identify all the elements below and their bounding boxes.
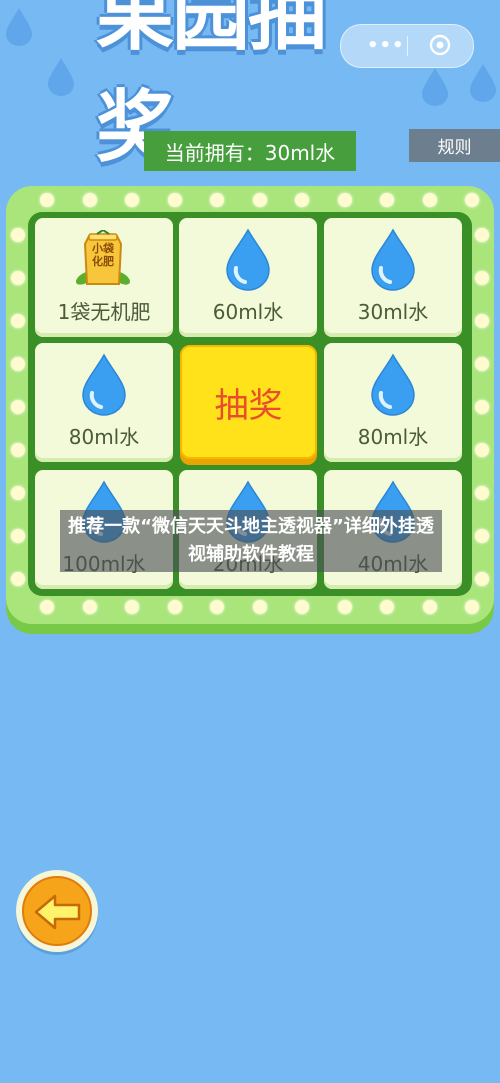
water-drop-icon bbox=[48, 58, 74, 96]
board-light bbox=[475, 228, 489, 242]
water-drop-icon bbox=[422, 68, 448, 106]
board-light bbox=[11, 271, 25, 285]
mini-program-capsule[interactable]: ••• bbox=[340, 24, 474, 68]
water-drop-icon bbox=[371, 353, 415, 416]
water-balance: 当前拥有：30ml水 bbox=[144, 131, 356, 171]
board-light bbox=[210, 600, 224, 614]
board-light bbox=[167, 193, 182, 207]
board-light bbox=[11, 572, 25, 586]
board-light bbox=[465, 600, 479, 614]
fertilizer-badge-text: 小袋 化肥 bbox=[92, 242, 114, 268]
board-light bbox=[40, 600, 54, 614]
draw-button[interactable]: 抽奖 bbox=[180, 345, 317, 459]
board-light bbox=[475, 314, 489, 328]
board-light bbox=[475, 271, 489, 285]
board-light bbox=[475, 443, 489, 457]
prize-label: 60ml水 bbox=[212, 300, 284, 324]
board-light bbox=[337, 600, 352, 614]
capsule-divider bbox=[407, 36, 408, 56]
rules-button[interactable]: 规则 bbox=[409, 129, 500, 162]
board-light bbox=[337, 193, 352, 207]
prize-label: 80ml水 bbox=[357, 425, 429, 449]
board-light bbox=[210, 193, 224, 207]
board-light bbox=[422, 193, 437, 207]
board-light bbox=[167, 600, 182, 614]
board-light bbox=[11, 443, 25, 457]
prize-cell: 80ml水 bbox=[35, 343, 173, 462]
water-drop-icon bbox=[470, 64, 496, 102]
water-drop-icon bbox=[6, 8, 32, 46]
back-arrow-icon bbox=[34, 894, 81, 930]
prize-cell: 60ml水 bbox=[179, 218, 317, 337]
target-circle-icon[interactable] bbox=[429, 34, 451, 56]
board-light bbox=[295, 600, 309, 614]
board-light bbox=[380, 600, 394, 614]
prize-cell-fertilizer: 小袋 化肥 1袋无机肥 bbox=[35, 218, 173, 337]
board-light bbox=[11, 486, 25, 500]
water-drop-icon bbox=[371, 228, 415, 291]
prize-cell: 30ml水 bbox=[324, 218, 462, 337]
board-light bbox=[82, 193, 97, 207]
board-light bbox=[475, 529, 489, 543]
board-light bbox=[40, 193, 54, 207]
board-light bbox=[125, 193, 139, 207]
prize-label: 30ml水 bbox=[357, 300, 429, 324]
board-light bbox=[11, 400, 25, 414]
water-drop-icon bbox=[226, 228, 270, 291]
board-light bbox=[11, 314, 25, 328]
board-light bbox=[475, 357, 489, 371]
back-button[interactable] bbox=[22, 876, 92, 946]
board-light bbox=[422, 600, 437, 614]
prize-label: 1袋无机肥 bbox=[57, 300, 151, 324]
board-light bbox=[252, 193, 267, 207]
prize-cell: 80ml水 bbox=[324, 343, 462, 462]
board-light bbox=[125, 600, 139, 614]
more-dots-icon[interactable]: ••• bbox=[367, 35, 405, 56]
water-drop-icon bbox=[82, 353, 126, 416]
board-light bbox=[475, 572, 489, 586]
board-light bbox=[475, 400, 489, 414]
board-light bbox=[11, 228, 25, 242]
board-light bbox=[475, 486, 489, 500]
board-light bbox=[252, 600, 267, 614]
board-light bbox=[82, 600, 97, 614]
board-light bbox=[295, 193, 309, 207]
prize-label: 80ml水 bbox=[68, 425, 140, 449]
board-light bbox=[11, 357, 25, 371]
board-light bbox=[11, 529, 25, 543]
board-light bbox=[465, 193, 479, 207]
board-light bbox=[380, 193, 394, 207]
overlay-banner: 推荐一款“微信天天斗地主透视器”详细外挂透视辅助软件教程 bbox=[60, 510, 442, 572]
